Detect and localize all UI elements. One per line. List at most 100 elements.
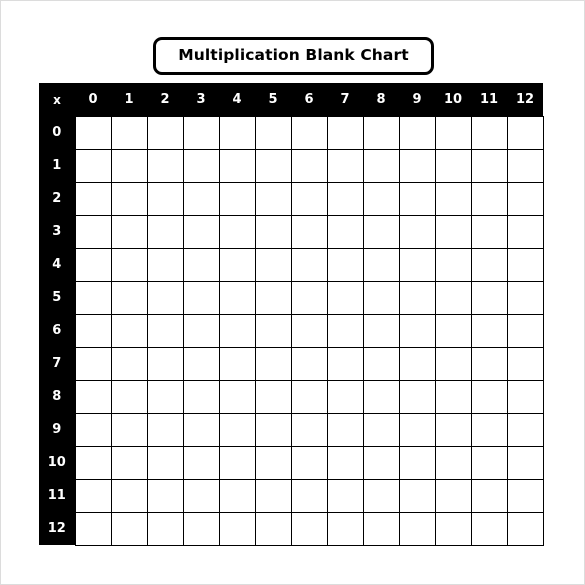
grid-cell-10-5[interactable] <box>254 445 292 480</box>
grid-cell-10-9[interactable] <box>398 445 436 480</box>
grid-cell-11-5[interactable] <box>254 478 292 513</box>
grid-cell-7-8[interactable] <box>362 346 400 381</box>
grid-cell-4-5[interactable] <box>254 247 292 282</box>
grid-cell-7-1[interactable] <box>110 346 148 381</box>
grid-cell-1-10[interactable] <box>434 148 472 183</box>
grid-cell-12-10[interactable] <box>434 511 472 546</box>
grid-cell-8-7[interactable] <box>326 379 364 414</box>
grid-cell-7-3[interactable] <box>182 346 220 381</box>
grid-cell-5-3[interactable] <box>182 280 220 315</box>
grid-cell-11-12[interactable] <box>506 478 544 513</box>
grid-cell-10-11[interactable] <box>470 445 508 480</box>
grid-cell-3-6[interactable] <box>290 214 328 249</box>
grid-cell-1-0[interactable] <box>74 148 112 183</box>
grid-cell-7-12[interactable] <box>506 346 544 381</box>
grid-cell-5-9[interactable] <box>398 280 436 315</box>
grid-cell-8-1[interactable] <box>110 379 148 414</box>
grid-cell-9-3[interactable] <box>182 412 220 447</box>
grid-cell-1-5[interactable] <box>254 148 292 183</box>
grid-cell-1-12[interactable] <box>506 148 544 183</box>
grid-cell-6-9[interactable] <box>398 313 436 348</box>
grid-cell-4-11[interactable] <box>470 247 508 282</box>
grid-cell-11-8[interactable] <box>362 478 400 513</box>
grid-cell-8-2[interactable] <box>146 379 184 414</box>
grid-cell-12-7[interactable] <box>326 511 364 546</box>
grid-cell-4-9[interactable] <box>398 247 436 282</box>
grid-cell-12-5[interactable] <box>254 511 292 546</box>
grid-cell-11-1[interactable] <box>110 478 148 513</box>
grid-cell-7-4[interactable] <box>218 346 256 381</box>
grid-cell-0-6[interactable] <box>290 115 328 150</box>
grid-cell-3-1[interactable] <box>110 214 148 249</box>
grid-cell-10-10[interactable] <box>434 445 472 480</box>
grid-cell-10-3[interactable] <box>182 445 220 480</box>
grid-cell-3-7[interactable] <box>326 214 364 249</box>
grid-cell-9-2[interactable] <box>146 412 184 447</box>
grid-cell-0-7[interactable] <box>326 115 364 150</box>
grid-cell-6-8[interactable] <box>362 313 400 348</box>
grid-cell-7-9[interactable] <box>398 346 436 381</box>
grid-cell-12-0[interactable] <box>74 511 112 546</box>
grid-cell-1-1[interactable] <box>110 148 148 183</box>
grid-cell-6-10[interactable] <box>434 313 472 348</box>
grid-cell-9-9[interactable] <box>398 412 436 447</box>
grid-cell-11-0[interactable] <box>74 478 112 513</box>
grid-cell-0-9[interactable] <box>398 115 436 150</box>
grid-cell-2-8[interactable] <box>362 181 400 216</box>
grid-cell-0-3[interactable] <box>182 115 220 150</box>
grid-cell-5-2[interactable] <box>146 280 184 315</box>
grid-cell-7-7[interactable] <box>326 346 364 381</box>
grid-cell-10-4[interactable] <box>218 445 256 480</box>
grid-cell-2-9[interactable] <box>398 181 436 216</box>
grid-cell-0-4[interactable] <box>218 115 256 150</box>
grid-cell-2-10[interactable] <box>434 181 472 216</box>
grid-cell-8-8[interactable] <box>362 379 400 414</box>
grid-cell-6-12[interactable] <box>506 313 544 348</box>
grid-cell-2-12[interactable] <box>506 181 544 216</box>
grid-cell-1-4[interactable] <box>218 148 256 183</box>
grid-cell-10-6[interactable] <box>290 445 328 480</box>
grid-cell-0-0[interactable] <box>74 115 112 150</box>
grid-cell-9-12[interactable] <box>506 412 544 447</box>
grid-cell-4-4[interactable] <box>218 247 256 282</box>
grid-cell-2-4[interactable] <box>218 181 256 216</box>
grid-cell-6-6[interactable] <box>290 313 328 348</box>
grid-cell-0-10[interactable] <box>434 115 472 150</box>
grid-cell-5-10[interactable] <box>434 280 472 315</box>
grid-cell-4-0[interactable] <box>74 247 112 282</box>
grid-cell-2-11[interactable] <box>470 181 508 216</box>
grid-cell-6-4[interactable] <box>218 313 256 348</box>
grid-cell-2-3[interactable] <box>182 181 220 216</box>
grid-cell-9-4[interactable] <box>218 412 256 447</box>
grid-cell-9-1[interactable] <box>110 412 148 447</box>
grid-cell-11-9[interactable] <box>398 478 436 513</box>
grid-cell-8-6[interactable] <box>290 379 328 414</box>
grid-cell-1-11[interactable] <box>470 148 508 183</box>
grid-cell-8-12[interactable] <box>506 379 544 414</box>
grid-cell-4-12[interactable] <box>506 247 544 282</box>
grid-cell-10-1[interactable] <box>110 445 148 480</box>
grid-cell-12-3[interactable] <box>182 511 220 546</box>
grid-cell-7-5[interactable] <box>254 346 292 381</box>
grid-cell-9-7[interactable] <box>326 412 364 447</box>
grid-cell-7-2[interactable] <box>146 346 184 381</box>
grid-cell-4-1[interactable] <box>110 247 148 282</box>
grid-cell-0-11[interactable] <box>470 115 508 150</box>
grid-cell-5-0[interactable] <box>74 280 112 315</box>
grid-cell-8-0[interactable] <box>74 379 112 414</box>
grid-cell-1-2[interactable] <box>146 148 184 183</box>
grid-cell-1-8[interactable] <box>362 148 400 183</box>
grid-cell-7-11[interactable] <box>470 346 508 381</box>
grid-cell-8-9[interactable] <box>398 379 436 414</box>
grid-cell-3-0[interactable] <box>74 214 112 249</box>
grid-cell-4-6[interactable] <box>290 247 328 282</box>
grid-cell-3-5[interactable] <box>254 214 292 249</box>
grid-cell-4-10[interactable] <box>434 247 472 282</box>
grid-cell-1-6[interactable] <box>290 148 328 183</box>
grid-cell-6-7[interactable] <box>326 313 364 348</box>
grid-cell-7-6[interactable] <box>290 346 328 381</box>
grid-cell-10-8[interactable] <box>362 445 400 480</box>
grid-cell-4-2[interactable] <box>146 247 184 282</box>
grid-cell-11-3[interactable] <box>182 478 220 513</box>
grid-cell-0-12[interactable] <box>506 115 544 150</box>
